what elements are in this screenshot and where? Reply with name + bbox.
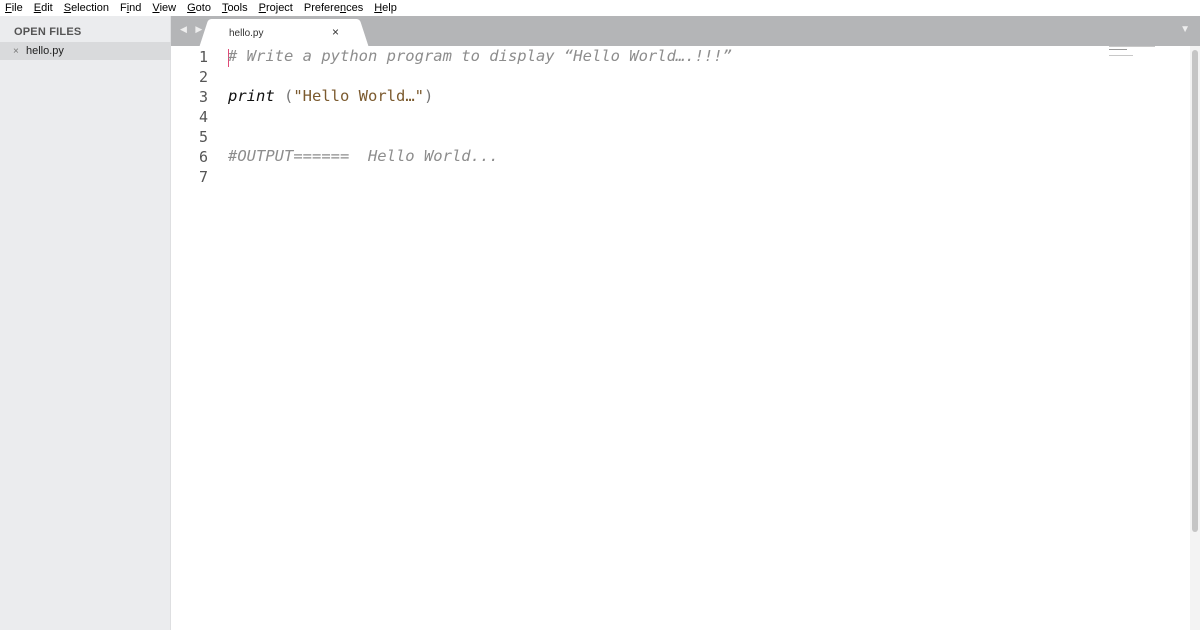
code-line-6: #OUTPUT====== Hello World... xyxy=(228,147,499,165)
minimap-line xyxy=(1109,46,1155,47)
line-number: 4 xyxy=(198,108,208,126)
code-line-1: # Write a python program to display “Hel… xyxy=(228,47,732,65)
paren-open: ( xyxy=(274,87,294,105)
open-files-heading: OPEN FILES xyxy=(14,26,82,38)
keyword-print: print xyxy=(228,87,275,105)
menu-preferences[interactable]: Preferences xyxy=(304,1,363,15)
menu-selection[interactable]: Selection xyxy=(64,1,109,15)
tab-dropdown-icon[interactable]: ▼ xyxy=(1180,24,1190,35)
menu-file-label: ile xyxy=(11,2,23,14)
menu-file[interactable]: File xyxy=(5,1,23,15)
menu-preferences-label: ces xyxy=(346,2,364,14)
line-number: 5 xyxy=(198,128,208,146)
tab-hello-py[interactable]: hello.py × xyxy=(213,19,355,46)
menu-edit-label: dit xyxy=(41,2,53,14)
menu-help[interactable]: Help xyxy=(374,1,397,15)
open-file-item[interactable]: × hello.py xyxy=(0,42,171,60)
tab-nav-arrows-icon[interactable]: ◀ ▶ xyxy=(180,24,205,35)
menu-preferences-pre: Prefere xyxy=(303,2,340,14)
scrollbar-thumb[interactable] xyxy=(1192,50,1198,532)
sidebar: OPEN FILES × hello.py xyxy=(0,16,171,630)
menu-edit-accel: E xyxy=(33,2,42,14)
menu-help-label: elp xyxy=(382,2,397,14)
line-number: 7 xyxy=(198,168,208,186)
minimap-line xyxy=(1109,49,1127,50)
menu-selection-accel: S xyxy=(63,2,72,14)
tab-label: hello.py xyxy=(229,28,264,39)
line-number: 6 xyxy=(198,148,208,166)
menu-view-label: iew xyxy=(159,2,177,14)
menu-edit[interactable]: Edit xyxy=(34,1,53,15)
vertical-scrollbar[interactable] xyxy=(1190,46,1200,630)
code-editor[interactable]: 1 2 3 4 5 6 7 # Write a python program t… xyxy=(172,46,1190,630)
tab-bar: ◀ ▶ hello.py × ▼ xyxy=(171,16,1200,46)
paren-close: ) xyxy=(424,87,434,105)
menu-selection-label: election xyxy=(71,2,109,14)
tab-close-icon[interactable]: × xyxy=(332,25,339,39)
minimap[interactable] xyxy=(1109,46,1169,60)
menu-find-pre: F xyxy=(119,2,127,14)
menu-view[interactable]: View xyxy=(152,1,176,15)
menu-find-label: nd xyxy=(129,2,142,14)
menu-tools-label: ools xyxy=(227,2,248,14)
line-number: 2 xyxy=(198,68,208,86)
line-number: 1 xyxy=(198,48,208,66)
menu-file-accel: F xyxy=(5,2,12,14)
menu-goto-accel: G xyxy=(187,2,196,14)
line-number: 3 xyxy=(198,88,208,106)
menu-project[interactable]: Project xyxy=(259,1,293,15)
open-file-name: hello.py xyxy=(26,45,64,57)
minimap-line xyxy=(1109,55,1133,56)
menu-project-accel: P xyxy=(258,2,266,14)
menu-tools[interactable]: Tools xyxy=(222,1,248,15)
menu-help-accel: H xyxy=(374,2,383,14)
string-literal: "Hello World…" xyxy=(293,87,424,105)
menu-find[interactable]: Find xyxy=(120,1,141,15)
menu-bar: File Edit Selection Find View Goto Tools… xyxy=(0,0,1200,16)
menu-view-accel: V xyxy=(152,2,160,14)
menu-goto[interactable]: Goto xyxy=(187,1,211,15)
close-file-icon[interactable]: × xyxy=(13,46,23,57)
code-line-3: print ("Hello World…") xyxy=(228,87,433,105)
menu-project-label: roject xyxy=(265,2,293,14)
menu-goto-label: oto xyxy=(195,2,211,14)
